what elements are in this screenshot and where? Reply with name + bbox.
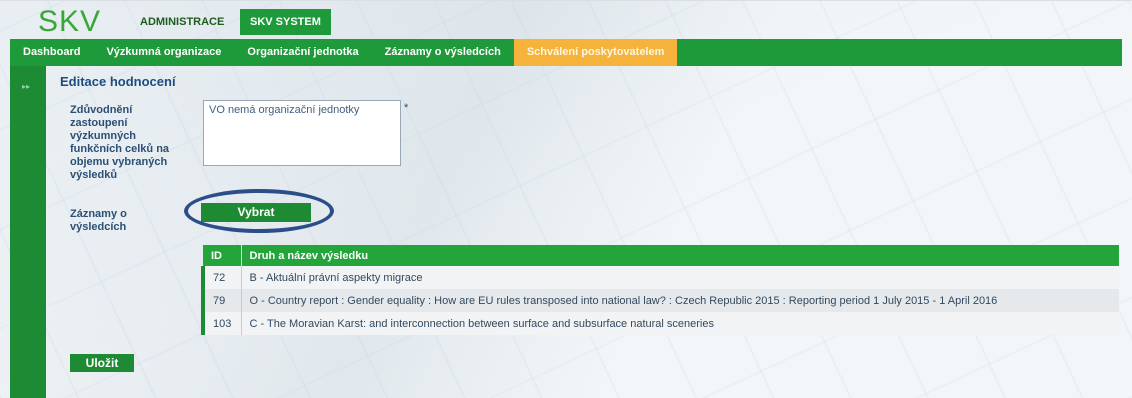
nav-zaznamy-o-vysledcich[interactable]: Záznamy o výsledcích [372, 39, 514, 66]
sidebar: ▸▸ [10, 66, 46, 398]
table-row[interactable]: 79 O - Country report : Gender equality … [201, 289, 1119, 312]
results-table: ID Druh a název výsledku 72 B - Aktuální… [201, 245, 1121, 335]
row-title: B - Aktuální právní aspekty migrace [241, 266, 1119, 289]
table-header-row: ID Druh a název výsledku [203, 245, 1119, 266]
row-id: 72 [201, 266, 242, 289]
tab-administrace[interactable]: ADMINISTRACE [130, 9, 234, 35]
table-row[interactable]: 72 B - Aktuální právní aspekty migrace [201, 266, 1119, 289]
main-nav: Dashboard Výzkumná organizace Organizačn… [10, 39, 1122, 66]
records-label: Záznamy o výsledcích [70, 208, 127, 233]
app-logo: SKV [38, 5, 102, 38]
column-header-id: ID [203, 245, 242, 266]
page-title: Editace hodnocení [60, 74, 176, 89]
highlight-annotation [184, 189, 334, 233]
nav-dashboard[interactable]: Dashboard [10, 39, 93, 66]
required-mark: * [404, 102, 409, 114]
nav-schvaleni-poskytovatelem[interactable]: Schválení poskytovatelem [513, 39, 678, 66]
column-header-title: Druh a název výsledku [241, 245, 1119, 266]
row-title: O - Country report : Gender equality : H… [241, 289, 1119, 312]
row-id: 103 [201, 312, 242, 335]
table-row[interactable]: 103 C - The Moravian Karst: and intercon… [201, 312, 1119, 335]
top-bar: SKV ADMINISTRACE SKV SYSTEM [0, 0, 1132, 40]
main-content: Editace hodnocení Zdůvodnění zastoupení … [46, 66, 1122, 398]
save-button[interactable]: Uložit [70, 354, 134, 372]
justification-field[interactable]: VO nemá organizační jednotky [203, 100, 401, 166]
justification-label: Zdůvodnění zastoupení výzkumných funkční… [70, 104, 170, 181]
nav-vyzkumna-organizace[interactable]: Výzkumná organizace [93, 39, 234, 66]
row-id: 79 [201, 289, 242, 312]
double-chevron-right-icon[interactable]: ▸▸ [22, 82, 30, 91]
nav-organizacni-jednotka[interactable]: Organizační jednotka [234, 39, 371, 66]
tab-skv-system[interactable]: SKV SYSTEM [240, 9, 331, 35]
row-title: C - The Moravian Karst: and interconnect… [241, 312, 1119, 335]
